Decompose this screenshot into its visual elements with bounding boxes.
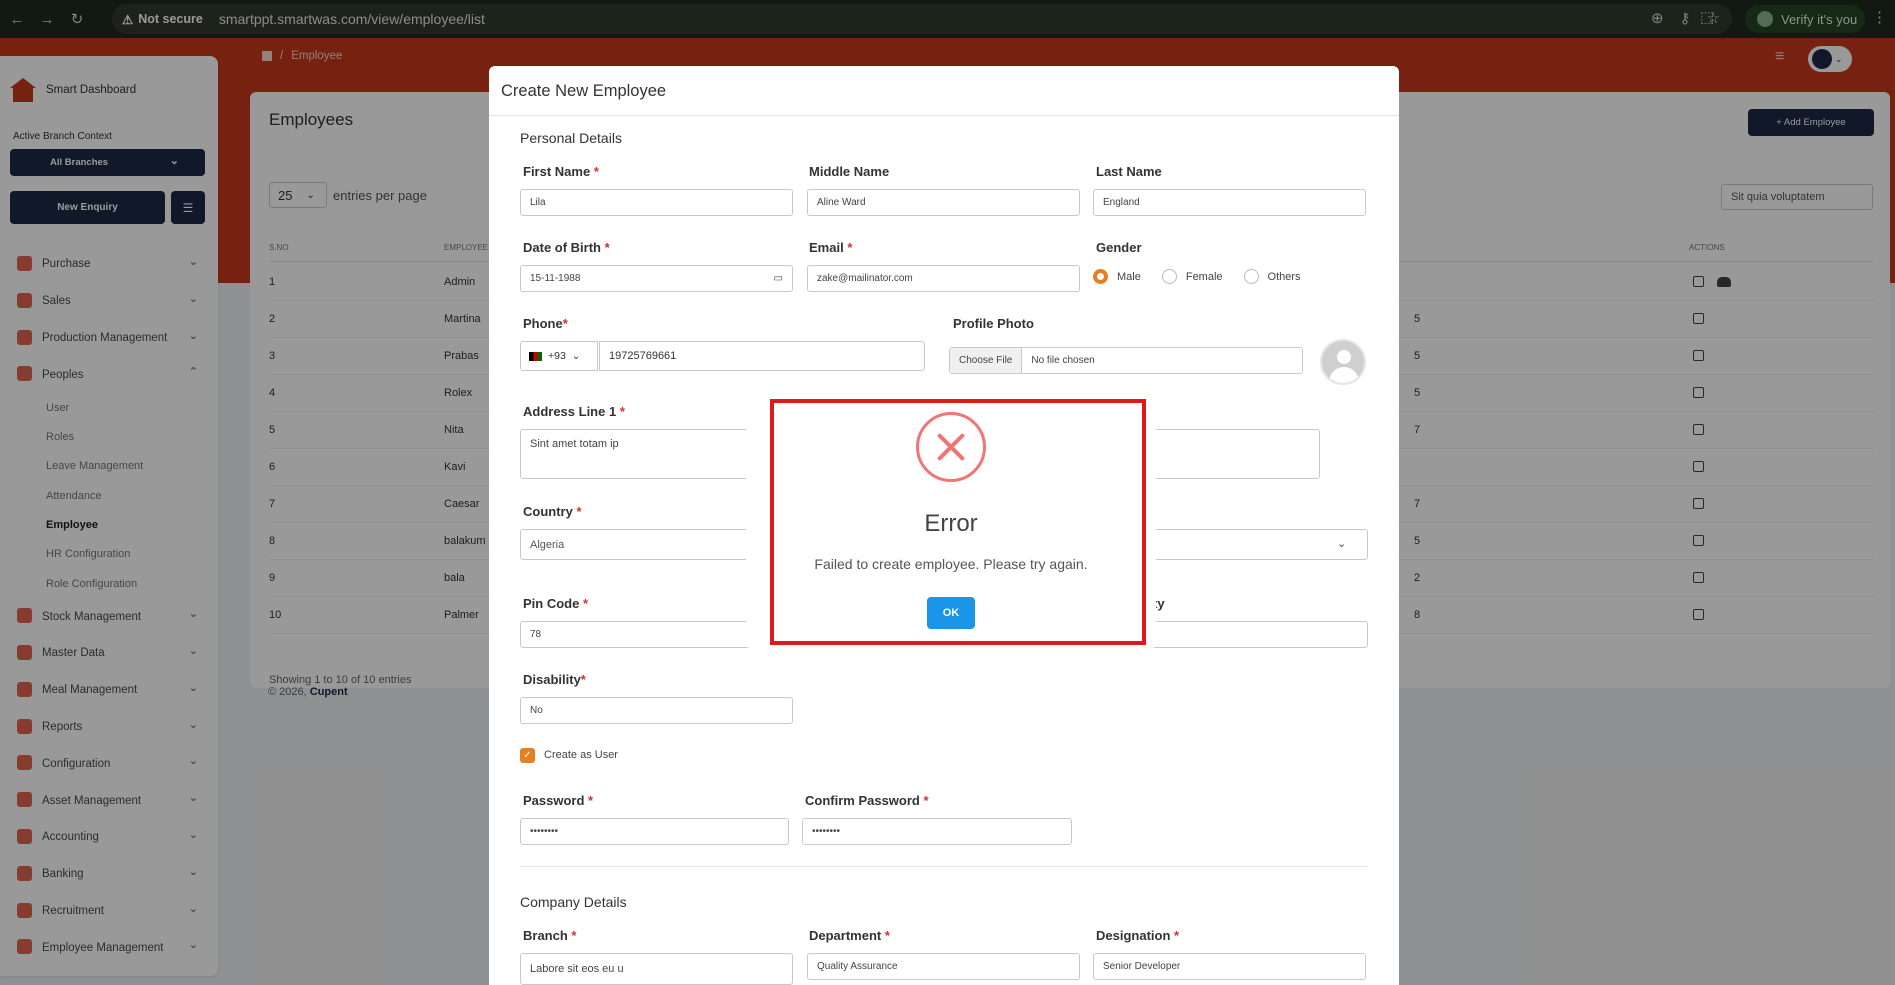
error-title: Error (924, 510, 978, 537)
chevron-down-icon: ⌄ (1337, 538, 1347, 550)
first-name-field[interactable]: Lila (520, 189, 793, 216)
phone-field[interactable]: 19725769661 (599, 341, 925, 371)
avatar-placeholder-icon (1320, 339, 1366, 385)
pin-code-label: Pin Code * (523, 596, 589, 611)
calendar-icon[interactable]: ▭ (774, 273, 783, 284)
confirm-password-field[interactable]: •••••••• (802, 818, 1072, 845)
middle-name-label: Middle Name (809, 164, 890, 179)
middle-name-field[interactable]: Aline Ward (807, 189, 1080, 216)
choose-file-button[interactable]: Choose File (950, 348, 1023, 373)
gender-male-radio[interactable] (1093, 269, 1108, 284)
gender-radio-group: Male Female Others (1093, 269, 1301, 284)
disability-label: Disability* (523, 672, 586, 687)
dob-field[interactable]: 15-11-1988 ▭ (520, 265, 793, 292)
branch-label: Branch * (523, 928, 577, 943)
last-name-field[interactable]: England (1093, 189, 1366, 216)
divider (520, 866, 1368, 867)
password-field[interactable]: •••••••• (520, 818, 789, 845)
dob-label: Date of Birth * (523, 240, 610, 255)
disability-field[interactable]: No (520, 697, 793, 724)
address-line1-label: Address Line 1 * (523, 404, 625, 419)
phone-label: Phone* (523, 316, 568, 331)
designation-label: Designation * (1096, 928, 1180, 943)
phone-country-select[interactable]: +93 ⌄ (520, 341, 598, 371)
chevron-down-icon: ⌄ (571, 350, 581, 362)
flag-icon (529, 351, 542, 361)
gender-others-radio[interactable] (1243, 269, 1259, 284)
modal-title: Create New Employee (489, 66, 1399, 116)
designation-field[interactable]: Senior Developer (1093, 953, 1366, 980)
check-icon: ✓ (523, 750, 532, 761)
email-label: Email * (809, 240, 853, 255)
personal-details-heading: Personal Details (520, 130, 622, 146)
create-user-label: Create as User (544, 749, 618, 761)
department-label: Department * (809, 928, 890, 943)
gender-female-radio[interactable] (1161, 269, 1177, 284)
error-x-icon (916, 412, 986, 482)
confirm-password-label: Confirm Password * (805, 793, 929, 808)
company-details-heading: Company Details (520, 894, 627, 910)
department-field[interactable]: Quality Assurance (807, 953, 1080, 980)
first-name-label: First Name * (523, 164, 599, 179)
ok-button[interactable]: OK (927, 597, 975, 629)
create-user-checkbox[interactable]: ✓ (520, 748, 535, 763)
password-label: Password * (523, 793, 594, 808)
email-field[interactable]: zake@mailinator.com (807, 265, 1080, 292)
error-message: Failed to create employee. Please try ag… (814, 556, 1088, 572)
gender-label: Gender (1096, 240, 1142, 255)
file-status: No file chosen (1031, 355, 1095, 366)
country-label: Country * (523, 504, 582, 519)
profile-photo-input[interactable]: Choose File No file chosen (949, 347, 1303, 374)
last-name-label: Last Name (1096, 164, 1162, 179)
branch-field[interactable]: Labore sit eos eu u (520, 953, 793, 985)
profile-photo-label: Profile Photo (953, 316, 1034, 331)
